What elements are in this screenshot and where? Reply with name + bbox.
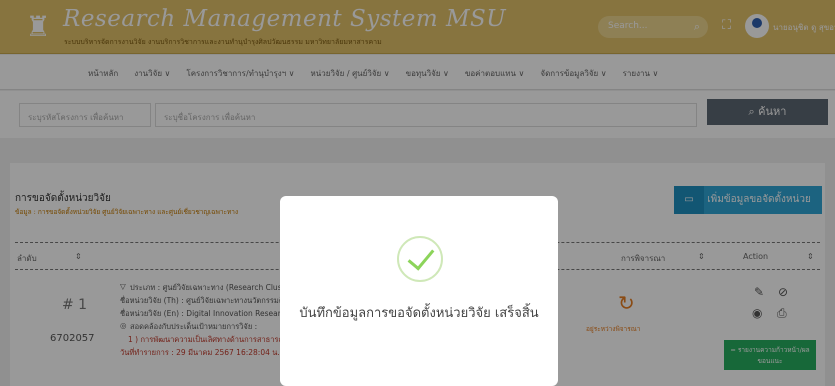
success-modal: บันทึกข้อมูลการขอจัดตั้งหน่วยวิจัย เสร็จ…: [280, 196, 558, 386]
success-check-icon: [397, 236, 443, 282]
success-message: บันทึกข้อมูลการขอจัดตั้งหน่วยวิจัย เสร็จ…: [299, 306, 539, 321]
